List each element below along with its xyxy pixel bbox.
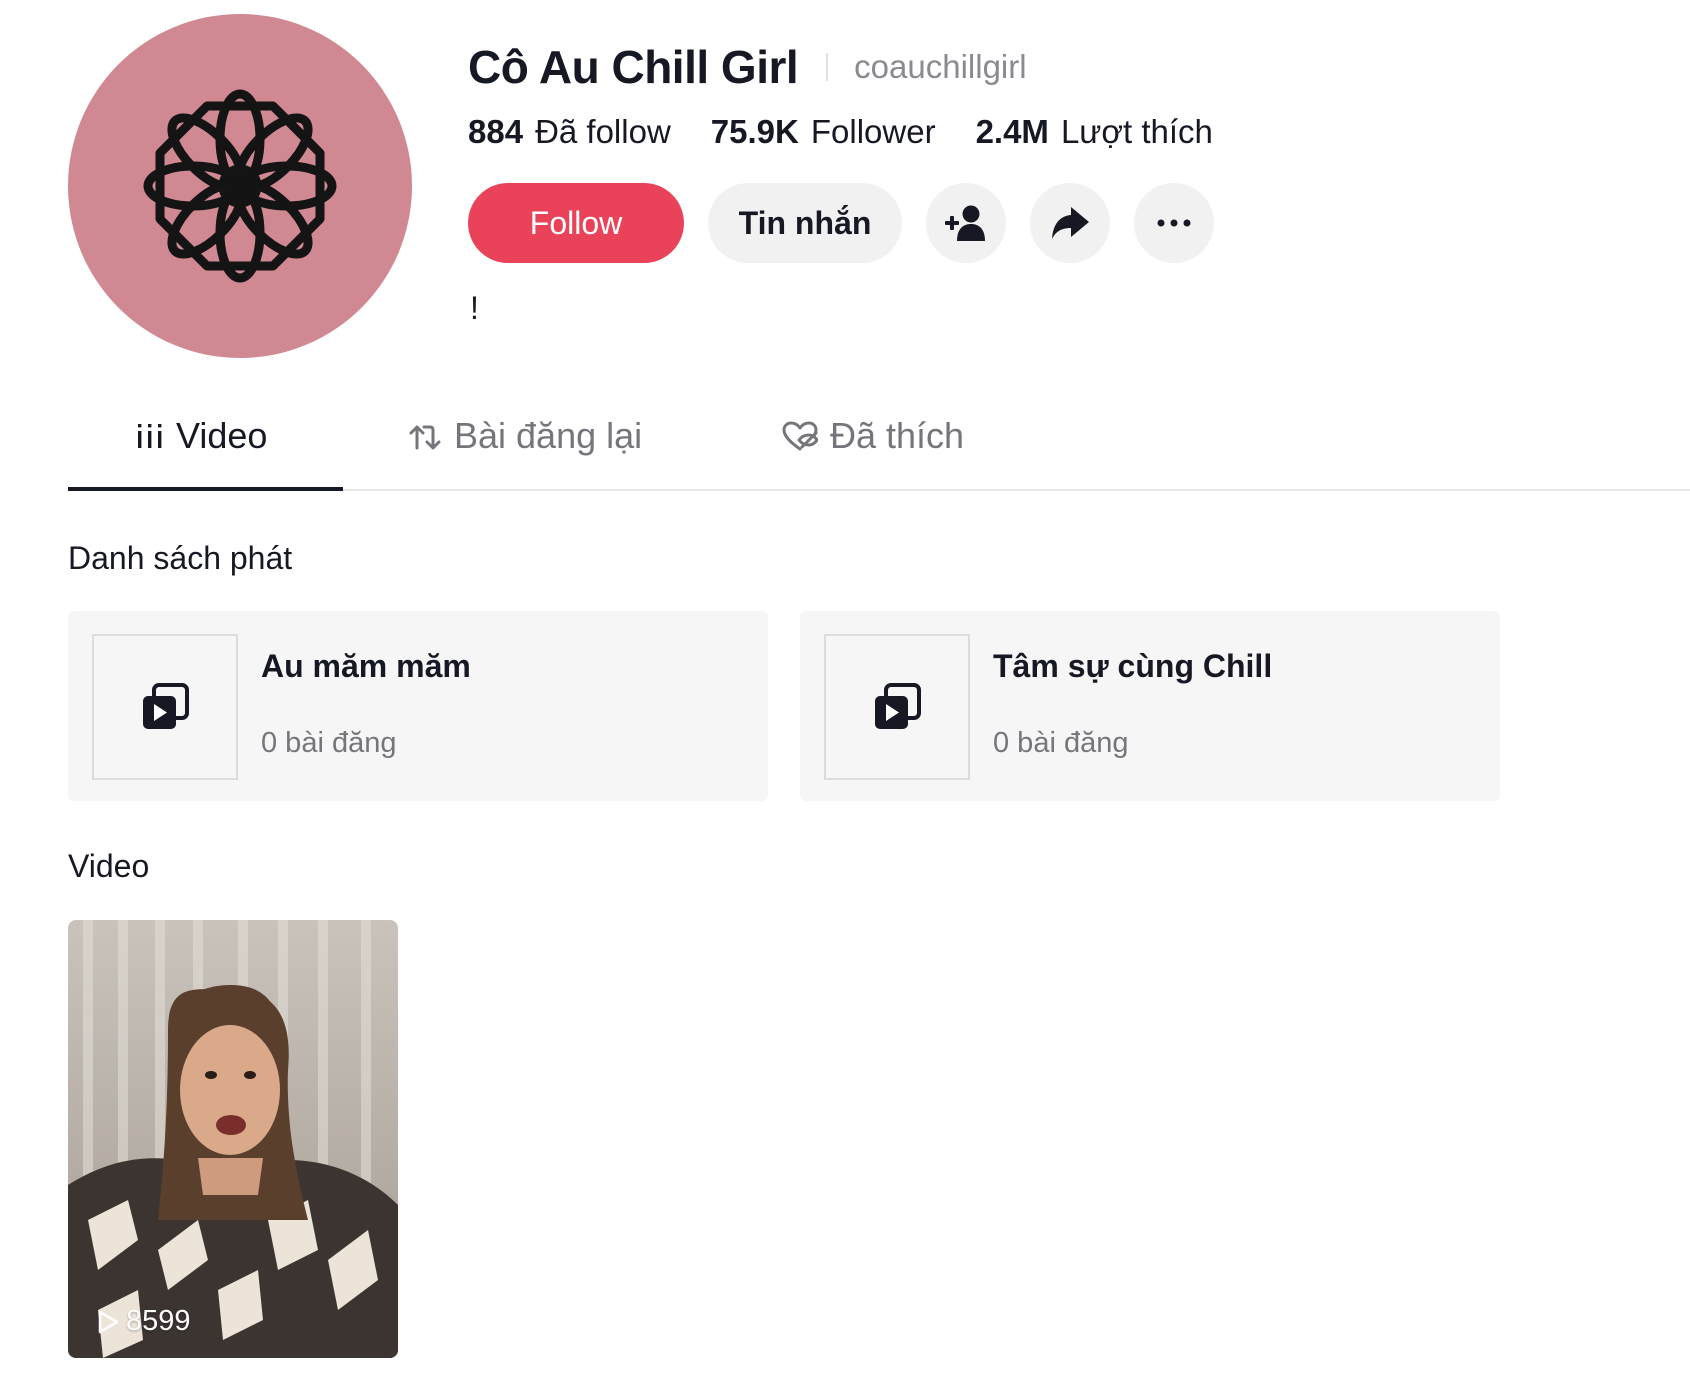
message-button[interactable]: Tin nhắn [708,183,902,263]
heart-hidden-icon [782,421,818,451]
profile-actions: Follow Tin nhắn [468,183,1238,263]
avatar[interactable] [68,14,412,358]
tab-videos-label: Video [176,415,268,456]
profile-header: Cô Au Chill Girl coauchillgirl [468,40,1027,94]
video-thumbnail [68,920,398,1358]
playlist-post-count: 0 bài đăng [993,727,1129,759]
mandala-logo-icon [143,89,337,283]
stat-likes: 2.4M Lượt thích [976,113,1213,151]
tab-videos[interactable]: Video [136,415,267,489]
tab-liked-label: Đã thích [830,415,965,456]
repost-icon [409,425,441,450]
suggested-accounts-button[interactable] [926,183,1006,263]
playlist-card[interactable]: Au măm măm 0 bài đăng [68,611,768,801]
stat-followers-label: Follower [810,113,936,150]
playlist-post-count: 0 bài đăng [261,727,397,759]
tab-reposts[interactable]: Bài đăng lại [408,415,642,489]
playlist-title: Tâm sự cùng Chill [993,648,1273,684]
more-icon [1157,219,1191,227]
stat-following-value: 884 [468,113,524,150]
videos-section-title: Video [68,848,150,884]
stat-followers[interactable]: 75.9K Follower [711,113,936,151]
profile-tabs: Video Bài đăng lại Đã thích [68,415,1690,491]
playlist-title: Au măm măm [261,648,471,684]
share-icon [1052,207,1089,239]
tab-liked[interactable]: Đã thích [782,415,964,489]
follow-button[interactable]: Follow [468,183,684,263]
add-user-icon [945,205,985,241]
stat-following-label: Đã follow [535,113,671,150]
share-button[interactable] [1030,183,1110,263]
stat-likes-value: 2.4M [975,113,1049,150]
display-name: Cô Au Chill Girl [468,41,799,93]
profile-stats: 884 Đã follow 75.9K Follower 2.4M Lượt thíc… [468,113,1253,151]
more-options-button[interactable] [1134,183,1214,263]
active-tab-indicator [68,487,343,491]
stat-likes-label: Lượt thích [1060,113,1213,150]
username: coauchillgirl [854,48,1027,85]
name-divider [826,53,829,81]
video-card[interactable]: 8599 [68,920,398,1358]
grid-icon [138,424,162,448]
stat-following[interactable]: 884 Đã follow [468,113,671,151]
profile-bio: ! [470,290,479,326]
video-view-count: 8599 [126,1305,191,1337]
playlist-thumbnail [824,634,970,780]
video-views: 8599 [96,1305,191,1338]
playlist-icon [143,683,189,729]
stat-followers-value: 75.9K [710,113,799,150]
tab-reposts-label: Bài đăng lại [454,415,643,456]
play-outline-icon [98,1310,119,1333]
playlists-section-title: Danh sách phát [68,540,293,576]
playlist-thumbnail [92,634,238,780]
playlist-card[interactable]: Tâm sự cùng Chill 0 bài đăng [800,611,1500,801]
playlist-icon [875,683,921,729]
